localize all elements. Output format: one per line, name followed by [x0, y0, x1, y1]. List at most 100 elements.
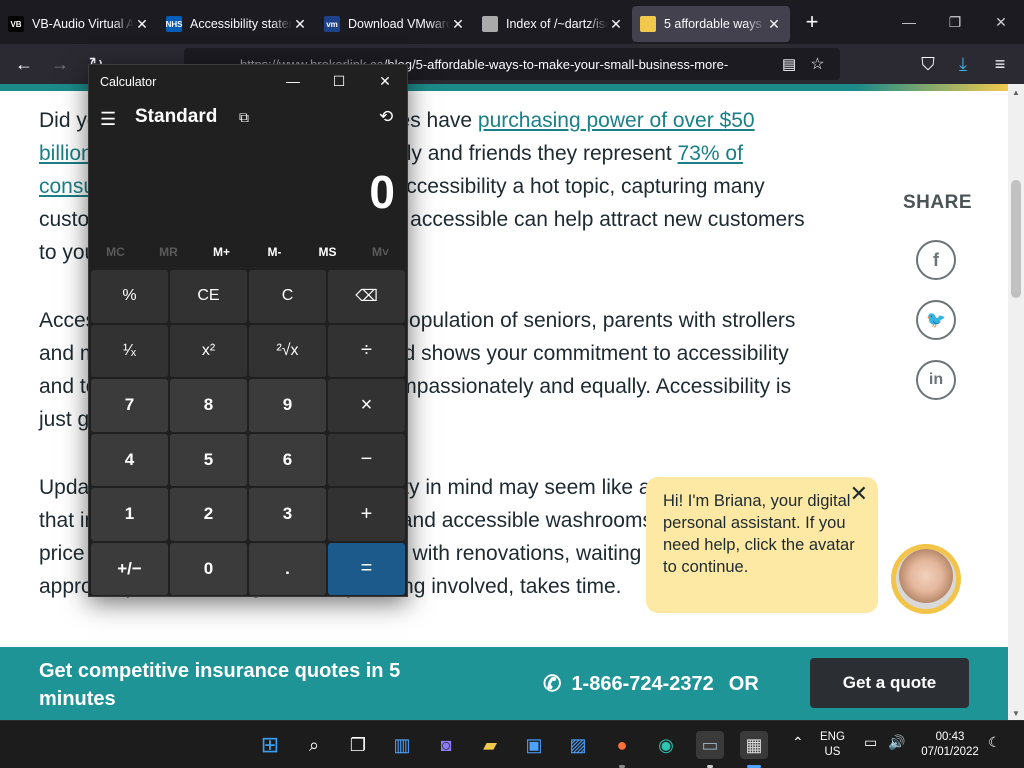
hamburger-menu-icon[interactable]: ☰ — [100, 109, 116, 130]
digit-4-button[interactable]: 4 — [91, 433, 168, 486]
volume-icon[interactable]: 🔊 — [888, 735, 905, 750]
phone-icon: ✆ — [543, 671, 562, 696]
clear-entry-button[interactable]: CE — [170, 270, 247, 323]
quote-banner: Get competitive insurance quotes in 5 mi… — [0, 647, 1008, 720]
scroll-down-icon[interactable]: ▼ — [1008, 709, 1024, 718]
new-tab-icon[interactable]: + — [796, 6, 828, 38]
teams-chat-icon[interactable]: ◙ — [432, 731, 460, 759]
backspace-button[interactable]: ⌫ — [328, 270, 405, 323]
forward-icon[interactable]: → — [42, 48, 78, 80]
tab-title: VB-Audio Virtual Ap — [32, 17, 134, 31]
calculator-mode-title: Standard — [135, 106, 218, 127]
subtract-button[interactable]: − — [328, 433, 405, 486]
photos-icon[interactable]: ▨ — [564, 731, 592, 759]
square-button[interactable]: x² — [170, 324, 247, 377]
calculator-display: 0 — [369, 166, 395, 218]
browser-tab-1[interactable]: VB VB-Audio Virtual Ap ✕ — [0, 6, 158, 42]
add-button[interactable]: + — [328, 488, 405, 541]
tab-close-icon[interactable]: ✕ — [292, 16, 308, 33]
firefox-icon[interactable]: ● — [608, 731, 636, 759]
keep-on-top-icon[interactable]: ⧉ — [239, 109, 249, 126]
tab-close-icon[interactable]: ✕ — [766, 16, 782, 33]
reciprocal-button[interactable]: ¹⁄ₓ — [91, 324, 168, 377]
minimize-window-button[interactable]: — — [886, 0, 932, 44]
digit-2-button[interactable]: 2 — [170, 488, 247, 541]
maximize-window-button[interactable]: ❐ — [932, 0, 978, 44]
tab-close-icon[interactable]: ✕ — [450, 16, 466, 33]
reader-view-icon[interactable]: ▤ — [782, 55, 796, 73]
digit-6-button[interactable]: 6 — [249, 433, 326, 486]
tab-title: Download VMware — [348, 17, 450, 31]
memory-button-5: M˅ — [371, 245, 389, 259]
digit-5-button[interactable]: 5 — [170, 433, 247, 486]
scrollbar-thumb[interactable] — [1011, 180, 1021, 298]
calculator-minimize-button[interactable]: — — [270, 65, 316, 97]
browser-tab-3[interactable]: vm Download VMware ✕ — [316, 6, 474, 42]
percent-button[interactable]: % — [91, 270, 168, 323]
chat-bubble[interactable]: Hi! I'm Briana, your digital personal as… — [646, 477, 878, 613]
decimal-button[interactable]: . — [249, 542, 326, 595]
tab-title: 5 affordable ways to — [664, 17, 766, 31]
chat-close-button[interactable]: ✕ — [850, 483, 868, 505]
page-scrollbar[interactable]: ▲ ▼ — [1008, 84, 1024, 720]
notifications-icon[interactable]: ☾ — [988, 735, 1001, 750]
facebook-share-icon[interactable]: f — [916, 240, 956, 280]
tab-close-icon[interactable]: ✕ — [134, 16, 150, 33]
multiply-button[interactable]: × — [328, 379, 405, 432]
calculator-keypad: % CE C ⌫ ¹⁄ₓ x² ²√x ÷ 7 8 9 × 4 5 6− 1 2 3 + +/− 0. = — [91, 270, 405, 595]
digit-9-button[interactable]: 9 — [249, 379, 326, 432]
history-icon[interactable]: ⟲ — [379, 107, 393, 127]
equals-button[interactable]: = — [328, 542, 405, 595]
memory-button-3[interactable]: M- — [248, 245, 301, 259]
divide-button[interactable]: ÷ — [328, 324, 405, 377]
chat-message: Hi! I'm Briana, your digital personal as… — [663, 492, 855, 576]
digit-8-button[interactable]: 8 — [170, 379, 247, 432]
calculator-close-button[interactable]: ✕ — [362, 65, 408, 97]
assistant-avatar[interactable] — [891, 544, 961, 614]
task-view-icon[interactable]: ❐ — [344, 731, 372, 759]
calculator-maximize-button[interactable]: ☐ — [316, 65, 362, 97]
digit-3-button[interactable]: 3 — [249, 488, 326, 541]
square-root-button[interactable]: ²√x — [249, 324, 326, 377]
back-icon[interactable]: ← — [6, 48, 42, 80]
tab-favicon-icon — [482, 16, 498, 32]
get-quote-button[interactable]: Get a quote — [810, 658, 969, 708]
browser-tab-2[interactable]: NHS Accessibility statem ✕ — [158, 6, 316, 42]
linkedin-share-icon[interactable]: in — [916, 360, 956, 400]
avatar-face-image — [896, 549, 956, 609]
show-hidden-icons[interactable]: ⌃ — [792, 735, 804, 750]
digit-7-button[interactable]: 7 — [91, 379, 168, 432]
close-window-button[interactable]: ✕ — [978, 0, 1024, 44]
memory-button-4[interactable]: MS — [301, 245, 354, 259]
remote-desktop-icon[interactable]: ▭ — [696, 731, 724, 759]
start-icon[interactable]: ⊞ — [256, 731, 284, 759]
tab-close-icon[interactable]: ✕ — [608, 16, 624, 33]
network-icon[interactable]: ▭ — [864, 735, 877, 750]
store-icon[interactable]: ▣ — [520, 731, 548, 759]
edge-icon[interactable]: ◉ — [652, 731, 680, 759]
search-icon[interactable]: ⌕ — [300, 731, 328, 759]
browser-tab-4[interactable]: Index of /~dartz/isc ✕ — [474, 6, 632, 42]
negate-button[interactable]: +/− — [91, 542, 168, 595]
clear-button[interactable]: C — [249, 270, 326, 323]
tab-favicon-icon: VB — [8, 16, 24, 32]
calculator-taskbar-icon[interactable]: ▦ — [740, 731, 768, 759]
bookmark-star-icon[interactable]: ☆ — [810, 54, 824, 74]
clock[interactable]: 00:43 07/01/2022 — [918, 730, 982, 760]
memory-button-0: MC — [106, 245, 125, 259]
phone-link[interactable]: ✆ 1-866-724-2372 OR — [543, 671, 759, 697]
widgets-icon[interactable]: ▥ — [388, 731, 416, 759]
downloads-icon[interactable]: ⤓ — [945, 48, 981, 80]
browser-tab-5[interactable]: 5 affordable ways to ✕ — [632, 6, 790, 42]
tab-favicon-icon — [640, 16, 656, 32]
tab-title: Index of /~dartz/isc — [506, 17, 608, 31]
twitter-share-icon[interactable]: 🐦 — [916, 300, 956, 340]
pocket-icon[interactable]: ⛉ — [910, 48, 946, 80]
digit-0-button[interactable]: 0 — [170, 542, 247, 595]
menu-icon[interactable]: ≡ — [982, 48, 1018, 80]
file-explorer-icon[interactable]: ▰ — [476, 731, 504, 759]
memory-button-2[interactable]: M+ — [195, 245, 248, 259]
scroll-up-icon[interactable]: ▲ — [1008, 88, 1024, 97]
language-indicator[interactable]: ENG US — [820, 730, 845, 760]
digit-1-button[interactable]: 1 — [91, 488, 168, 541]
